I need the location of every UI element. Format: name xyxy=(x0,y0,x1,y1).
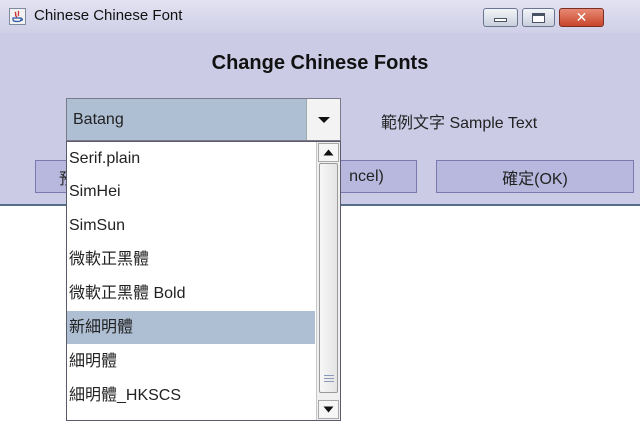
list-item[interactable]: 微軟正黑體 Bold xyxy=(67,277,315,310)
chevron-up-icon xyxy=(323,149,334,156)
list-item[interactable]: SimHei xyxy=(67,175,315,208)
combo-selected-value: Batang xyxy=(73,111,124,128)
dropdown-scrollbar[interactable] xyxy=(316,142,340,420)
scroll-grip-icon xyxy=(324,373,334,384)
chevron-down-icon xyxy=(317,116,330,123)
list-item[interactable]: 細明體_HKSCS xyxy=(67,379,315,412)
list-item[interactable]: SimSun xyxy=(67,209,315,242)
list-item[interactable]: Serif.plain xyxy=(67,142,315,175)
ok-button[interactable]: 確定(OK) xyxy=(436,160,634,193)
java-icon xyxy=(9,8,26,25)
maximize-icon xyxy=(523,9,554,26)
dialog-heading: Change Chinese Fonts xyxy=(211,52,429,74)
close-icon: ✕ xyxy=(575,9,588,26)
minimize-button[interactable] xyxy=(483,8,518,27)
chevron-down-icon xyxy=(323,406,334,413)
list-item[interactable]: 細明體 xyxy=(67,345,315,378)
minimize-icon xyxy=(484,9,517,26)
scrollbar-thumb[interactable] xyxy=(319,163,338,393)
title-bar[interactable]: Chinese Chinese Font ✕ xyxy=(0,0,640,33)
maximize-button[interactable] xyxy=(522,8,555,27)
list-item-highlighted[interactable]: 新細明體 xyxy=(67,311,315,344)
list-item[interactable]: 微軟正黑體 xyxy=(67,243,315,276)
sample-text-preview: 範例文字 Sample Text xyxy=(381,115,538,132)
scroll-down-button[interactable] xyxy=(318,400,339,419)
window-title: Chinese Chinese Font xyxy=(34,7,183,24)
font-combo-box[interactable]: Batang xyxy=(66,98,341,141)
close-button[interactable]: ✕ xyxy=(559,8,604,27)
font-dropdown-list[interactable]: Serif.plain SimHei SimSun 微軟正黑體 微軟正黑體 Bo… xyxy=(66,141,341,421)
ok-button-label: 確定(OK) xyxy=(502,170,568,188)
scroll-up-button[interactable] xyxy=(318,143,339,162)
desktop: Chinese Chinese Font ✕ Change Chinese Fo… xyxy=(0,0,640,421)
combo-dropdown-button[interactable] xyxy=(306,99,340,140)
